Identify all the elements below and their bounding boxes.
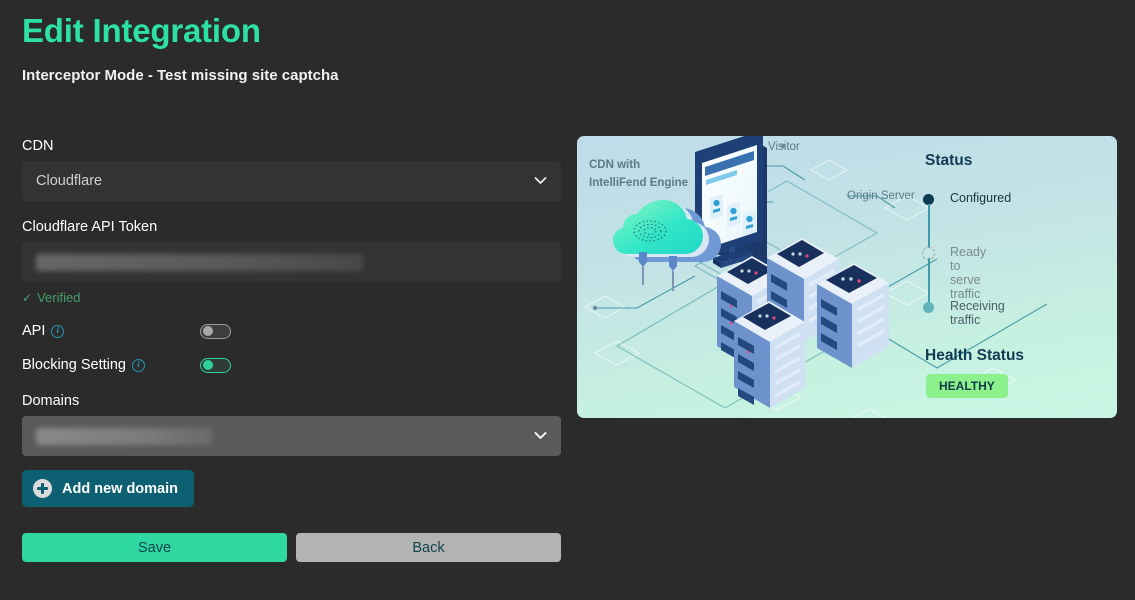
cdn-select[interactable]: Cloudflare [22,161,561,201]
plus-circle-icon [33,479,52,498]
cdn-selected-value: Cloudflare [36,173,103,189]
verified-status: ✓ Verified [22,290,561,305]
illustration-label-cdn: CDN with IntelliFend Engine [589,156,688,192]
verified-label: Verified [37,290,81,305]
blocking-toggle-label-group: Blocking Setting i [22,357,200,373]
api-token-input[interactable] [22,242,561,282]
domains-label: Domains [22,393,80,409]
cdn-label: CDN [22,138,54,154]
health-status-badge: HEALTHY [926,374,1008,398]
back-button[interactable]: Back [296,533,561,562]
api-toggle-row: API i [22,323,561,339]
info-icon[interactable]: i [51,324,65,338]
page-title: Edit Integration [22,12,261,49]
step-connector [928,258,930,302]
api-toggle-label: API [22,323,46,339]
form-actions: Save Back [22,533,561,562]
save-button[interactable]: Save [22,533,287,562]
api-token-label: Cloudflare API Token [22,219,158,235]
step-connector [928,204,930,248]
toggle-knob [202,360,213,370]
cdn-label-line1: CDN with [589,159,641,171]
illustration-label-visitor: Visitor [768,141,800,153]
chevron-down-icon [534,429,547,442]
page-subtitle: Interceptor Mode - Test missing site cap… [22,67,339,84]
api-toggle-label-group: API i [22,323,200,339]
cdn-label-line2: IntelliFend Engine [589,177,689,189]
status-panel: CDN with IntelliFend Engine Visitor Orig… [577,136,1117,418]
blocking-toggle-row: Blocking Setting i [22,357,561,373]
blocking-toggle-label: Blocking Setting [22,357,126,373]
status-heading: Status [925,152,973,169]
status-step-label: Receiving traffic [950,299,1005,327]
status-step-label: Ready to serve traffic [950,245,987,301]
api-token-redacted-value [36,253,363,271]
domain-redacted-value [36,427,212,445]
status-step-label: Configured [950,191,1012,205]
chevron-down-icon [534,174,547,187]
check-icon: ✓ [22,290,33,305]
add-new-domain-button[interactable]: Add new domain [22,470,194,507]
domains-select[interactable] [22,416,561,456]
edit-integration-page: Edit Integration Interceptor Mode - Test… [0,0,1135,600]
blocking-toggle[interactable] [200,357,231,373]
step-dot-idle-icon [923,302,934,313]
api-toggle[interactable] [200,323,231,339]
illustration-label-origin-server: Origin Server [847,190,915,202]
add-new-domain-label: Add new domain [62,480,178,497]
integration-form: CDN Cloudflare Cloudflare API Token ✓ Ve… [22,138,561,562]
info-icon[interactable]: i [131,358,145,372]
toggle-knob [202,326,213,336]
health-status-heading: Health Status [925,347,1025,364]
